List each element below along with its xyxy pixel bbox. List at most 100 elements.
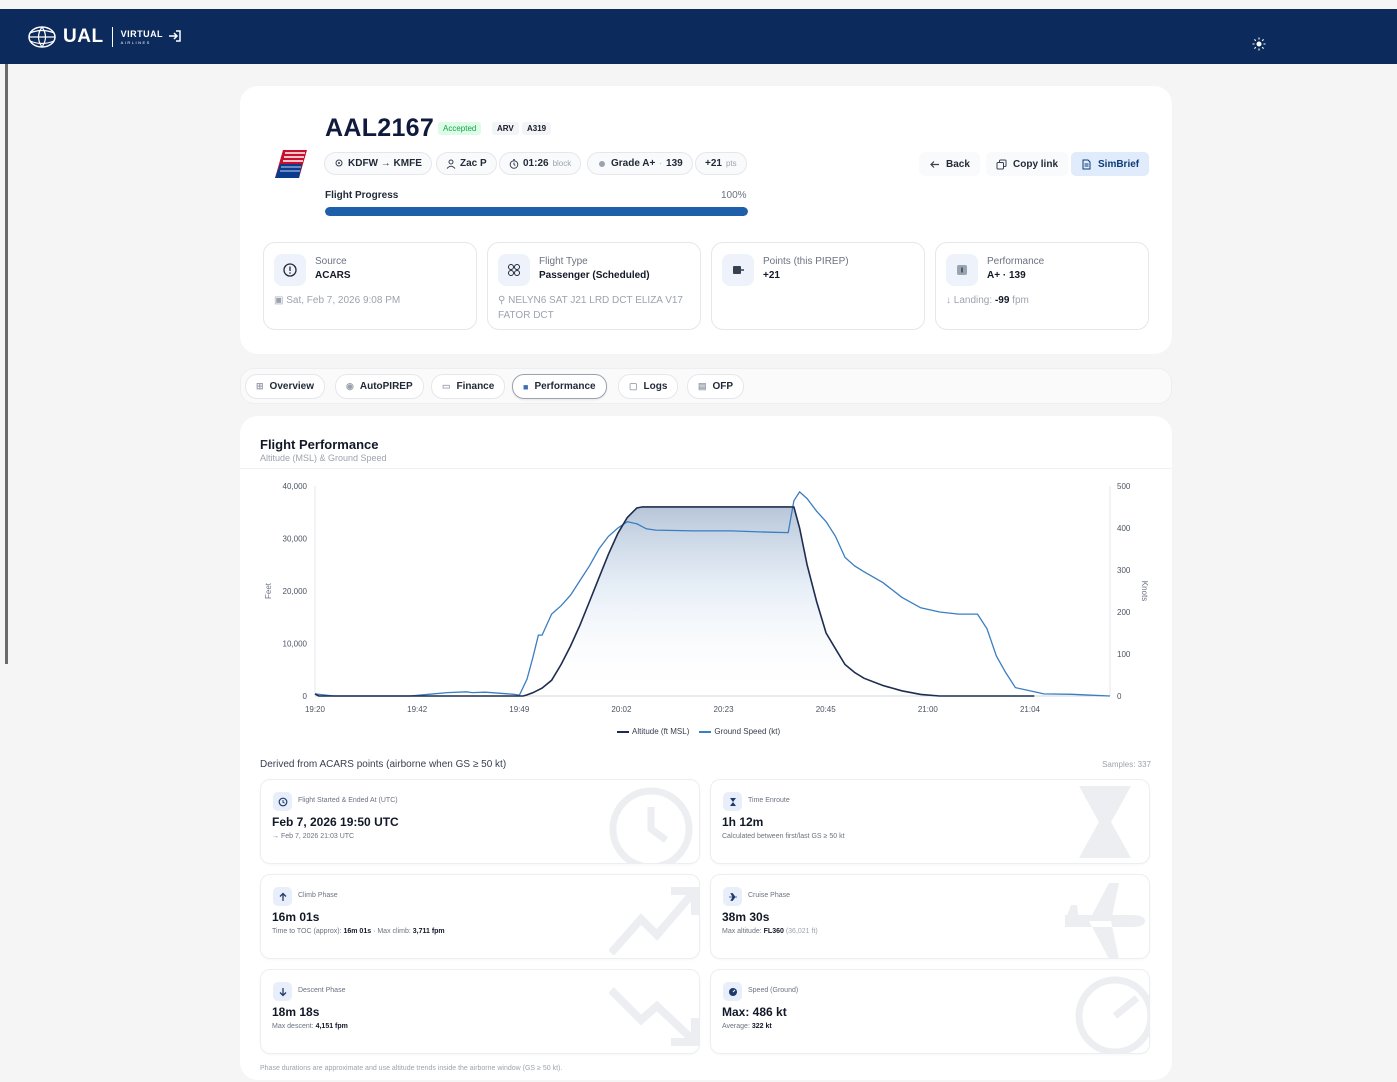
flight-type-card: Flight Type Passenger (Scheduled) ⚲ NELY… — [487, 242, 701, 330]
grid-icon: ⊞ — [256, 381, 264, 391]
flight-performance-panel: Flight Performance Altitude (MSL) & Grou… — [240, 416, 1172, 1080]
stat-descent-detail: Max descent: 4,151 fpm — [272, 1023, 348, 1030]
landing-value: -99 — [994, 295, 1010, 306]
legend-altitude[interactable]: Altitude (ft MSL) — [617, 727, 689, 736]
brand-logo[interactable]: UAL VIRTUAL AIRLINES — [27, 25, 163, 49]
y-right-tick-label: 200 — [1117, 608, 1131, 617]
block-time: 01:26 — [523, 158, 549, 169]
altitude-speed-chart[interactable]: 0 10,000 20,000 30,000 40,000 0 100 200 300 400 50… — [240, 476, 1172, 726]
climb-toc-label: Time to TOC (approx): — [272, 928, 342, 935]
top-nav-bar: UAL VIRTUAL AIRLINES — [0, 9, 1397, 64]
stat-cruise-label: Cruise Phase — [748, 892, 791, 899]
legend-speed-label: Ground Speed (kt) — [714, 727, 781, 736]
pilot-pill: Zac P — [436, 152, 497, 175]
aircraft-tag: A319 — [522, 122, 552, 135]
chart-legend: Altitude (ft MSL) Ground Speed (kt) — [617, 727, 780, 736]
x-tick-label: 20:23 — [714, 705, 735, 714]
altitude-area — [315, 506, 1035, 696]
source-date-text: Sat, Feb 7, 2026 9:08 PM — [286, 295, 401, 306]
stat-time-enroute-value: 1h 12m — [722, 815, 764, 829]
descent-max-value: 4,151 fpm — [315, 1023, 348, 1030]
simbrief-button[interactable]: SimBrief — [1071, 152, 1150, 176]
timer-icon — [509, 158, 519, 169]
x-tick-label: 19:49 — [509, 705, 530, 714]
tab-overview-label: Overview — [269, 381, 315, 392]
progress-label: Flight Progress — [325, 190, 399, 201]
y-right-tick-label: 100 — [1117, 650, 1131, 659]
y-left-tick-label: 40,000 — [283, 482, 308, 491]
trend-down-watermark-icon — [609, 987, 699, 1046]
tab-autopirep[interactable]: ◉ AutoPIREP — [335, 374, 424, 399]
tab-overview[interactable]: ⊞ Overview — [245, 374, 326, 399]
plane-icon — [723, 887, 742, 906]
plane-watermark-icon — [1065, 883, 1145, 958]
copy-link-label: Copy link — [1013, 158, 1059, 170]
legend-altitude-swatch — [617, 730, 629, 733]
wallet-icon: ▭ — [442, 381, 451, 391]
points-card: Points (this PIREP) +21 — [711, 242, 925, 330]
brand-sub-bottom: AIRLINES — [120, 39, 151, 45]
stat-speed-label: Speed (Ground) — [748, 987, 799, 994]
panel-subtitle: Altitude (MSL) & Ground Speed — [260, 453, 387, 463]
flight-type-label: Flight Type — [539, 256, 588, 267]
hourglass-icon — [723, 792, 742, 811]
route-string-text: NELYN6 SAT J21 LRD DCT ELIZA V17 FATOR D… — [498, 295, 683, 321]
landing-label: Landing: — [953, 295, 993, 306]
performance-value: A+ · 139 — [987, 270, 1026, 281]
badge-icon: ■ — [523, 381, 529, 392]
grid-icon — [498, 254, 530, 286]
logout-icon[interactable] — [168, 29, 182, 43]
legend-speed[interactable]: Ground Speed (kt) — [699, 727, 780, 736]
stat-climb-label: Climb Phase — [298, 892, 338, 899]
source-value: ACARS — [315, 270, 351, 281]
stat-speed-value: Max: 486 kt — [722, 1005, 787, 1019]
tab-logs[interactable]: ▢ Logs — [618, 374, 679, 399]
stat-climb-value: 16m 01s — [272, 910, 320, 924]
route-pill: KDFW → KMFE — [324, 152, 432, 175]
tab-performance[interactable]: ■ Performance — [512, 374, 607, 399]
sun-icon[interactable] — [1252, 37, 1266, 51]
stat-time-enroute: Time Enroute 1h 12m Calculated between f… — [710, 779, 1150, 864]
points-card-value: +21 — [763, 270, 780, 281]
points-label: Points (this PIREP) — [763, 256, 849, 267]
block-label: block — [552, 159, 572, 168]
derived-note: Derived from ACARS points (airborne when… — [260, 759, 507, 770]
stat-flight-times-label: Flight Started & Ended At (UTC) — [298, 797, 398, 804]
tab-ofp[interactable]: ▤ OFP — [687, 374, 745, 399]
back-button[interactable]: Back — [919, 152, 980, 176]
y-right-tick-label: 500 — [1117, 482, 1131, 491]
y-right-tick-label: 400 — [1117, 524, 1131, 533]
source-label: Source — [315, 256, 347, 267]
tab-finance[interactable]: ▭ Finance — [431, 374, 506, 399]
y-right-axis-label: Knots — [1140, 581, 1149, 601]
stat-descent-label: Descent Phase — [298, 987, 346, 994]
phase-footnote: Phase durations are approximate and use … — [260, 1065, 563, 1072]
stat-speed-detail: Average: 322 kt — [722, 1023, 772, 1030]
brand-subtitle: VIRTUAL AIRLINES — [120, 28, 164, 45]
arrow-down-icon — [273, 982, 292, 1001]
progress-bar — [325, 207, 748, 216]
clock-icon — [273, 792, 292, 811]
x-tick-label: 19:20 — [305, 705, 326, 714]
copy-link-button[interactable]: Copy link — [986, 152, 1069, 176]
badge-icon — [946, 254, 978, 286]
x-tick-label: 21:04 — [1020, 705, 1041, 714]
y-right-tick-label: 0 — [1117, 692, 1122, 701]
ticket-icon — [722, 254, 754, 286]
stat-descent-value: 18m 18s — [272, 1005, 320, 1019]
hourglass-watermark-icon — [1079, 786, 1131, 858]
arrow-left-icon — [930, 160, 939, 168]
y-left-axis-label: Feet — [264, 582, 273, 599]
arrow-up-icon — [273, 887, 292, 906]
points-unit: pts — [725, 159, 737, 168]
source-card: Source ACARS ▣ Sat, Feb 7, 2026 9:08 PM — [263, 242, 477, 330]
climb-max-label: · Max climb: — [373, 928, 411, 935]
x-tick-label: 21:00 — [918, 705, 939, 714]
status-badge: Accepted — [438, 122, 482, 135]
route-string: ⚲ NELYN6 SAT J21 LRD DCT ELIZA V17 FATOR… — [498, 295, 683, 321]
cruise-fl: FL360 — [763, 928, 784, 935]
grade-separator: · — [659, 159, 663, 168]
brand-sub-top: VIRTUAL — [120, 28, 164, 39]
grade-pill: Grade A+ · 139 — [587, 152, 693, 175]
grade-icon — [599, 160, 605, 167]
